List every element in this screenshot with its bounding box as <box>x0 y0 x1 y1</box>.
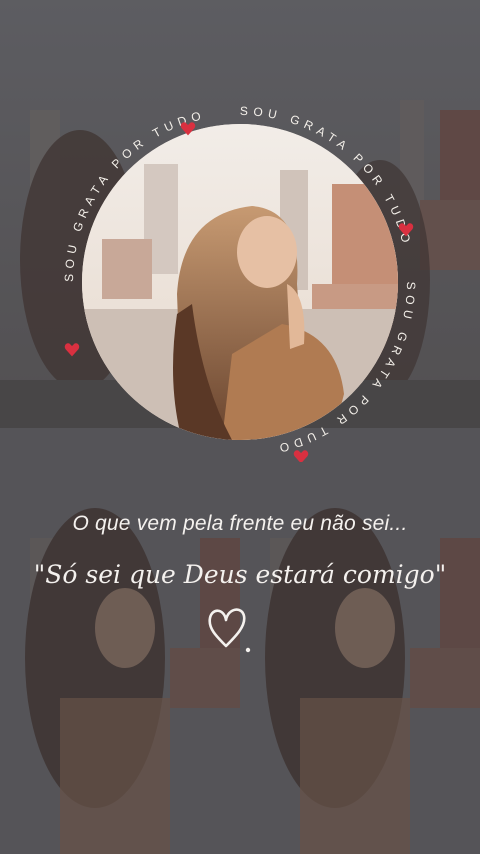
ring-text-2: SOU GRATA POR TUDO <box>240 104 415 249</box>
ring-text-3: SOU GRATA POR TUDO <box>273 281 418 456</box>
svg-text:SOU GRATA POR TUDO: SOU GRATA POR TUDO <box>240 104 415 249</box>
caption-line-2: "Só sei que Deus estará comigo" <box>33 560 447 589</box>
circular-badge: SOU GRATA POR TUDO SOU GRATA POR TUDO SO… <box>60 102 420 462</box>
heart-icon-4 <box>64 343 80 357</box>
heart-icon-3 <box>293 450 309 462</box>
svg-text:SOU GRATA POR TUDO: SOU GRATA POR TUDO <box>62 108 207 283</box>
ring-text-1: SOU GRATA POR TUDO <box>62 108 207 283</box>
outline-heart-icon <box>208 608 251 653</box>
ring-text: SOU GRATA POR TUDO SOU GRATA POR TUDO SO… <box>62 104 418 462</box>
caption-line-1: O que vem pela frente eu não sei... <box>72 512 408 535</box>
svg-text:SOU GRATA POR TUDO: SOU GRATA POR TUDO <box>273 281 418 456</box>
